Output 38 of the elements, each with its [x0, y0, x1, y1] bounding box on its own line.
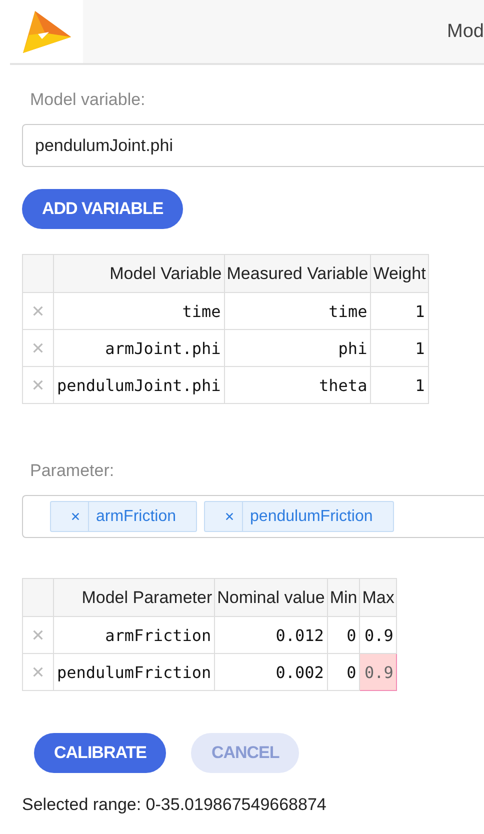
column-header: Min [327, 578, 360, 616]
remove-icon[interactable] [225, 512, 234, 521]
table-cell[interactable]: 1 [370, 330, 428, 366]
table-cell[interactable]: theta [224, 366, 371, 404]
parameter-field[interactable]: armFriction pendulumFriction [22, 495, 484, 538]
table-cell[interactable]: pendulumFriction [54, 654, 215, 690]
add-variable-button[interactable]: ADD VARIABLE [22, 189, 184, 229]
table-cell[interactable]: time [224, 292, 371, 330]
remove-icon[interactable] [71, 512, 80, 521]
table-cell[interactable]: time [54, 292, 224, 330]
field-label: Parameter: [30, 461, 116, 482]
calibrate-button[interactable]: CALIBRATE [34, 733, 166, 773]
status-text: Selected range: 0-35.019867549668874 [22, 795, 328, 815]
table-cell[interactable]: 0.9 [360, 654, 397, 690]
column-header: Weight [370, 254, 428, 292]
column-header: Max [360, 578, 397, 616]
table-cell[interactable]: 0.002 [214, 654, 328, 690]
column-header: Measured Variable [224, 254, 371, 292]
table-cell[interactable]: 1 [370, 292, 428, 330]
remove-icon[interactable] [32, 342, 44, 354]
table-cell[interactable]: pendulumJoint.phi [54, 366, 224, 404]
remove-icon[interactable] [32, 666, 44, 678]
remove-icon[interactable] [32, 304, 44, 316]
table-cell[interactable]: 0.012 [214, 616, 328, 654]
table-cell[interactable]: armFriction [54, 616, 215, 654]
column-header: Model Parameter [54, 578, 215, 616]
table-cell[interactable]: 1 [370, 366, 428, 404]
column-header: Model Variable [54, 254, 224, 292]
table-cell[interactable]: phi [224, 330, 371, 366]
table-cell[interactable]: 0 [327, 616, 360, 654]
column-header: Nominal value [214, 578, 328, 616]
remove-icon[interactable] [32, 378, 44, 390]
page-title: Mod [447, 20, 484, 42]
logo-icon [20, 8, 72, 54]
table-cell[interactable]: armJoint.phi [54, 330, 224, 366]
remove-icon[interactable] [32, 628, 44, 640]
field-label: Model variable: [30, 90, 146, 111]
variable-field[interactable]: pendulumJoint.phi [22, 124, 484, 167]
